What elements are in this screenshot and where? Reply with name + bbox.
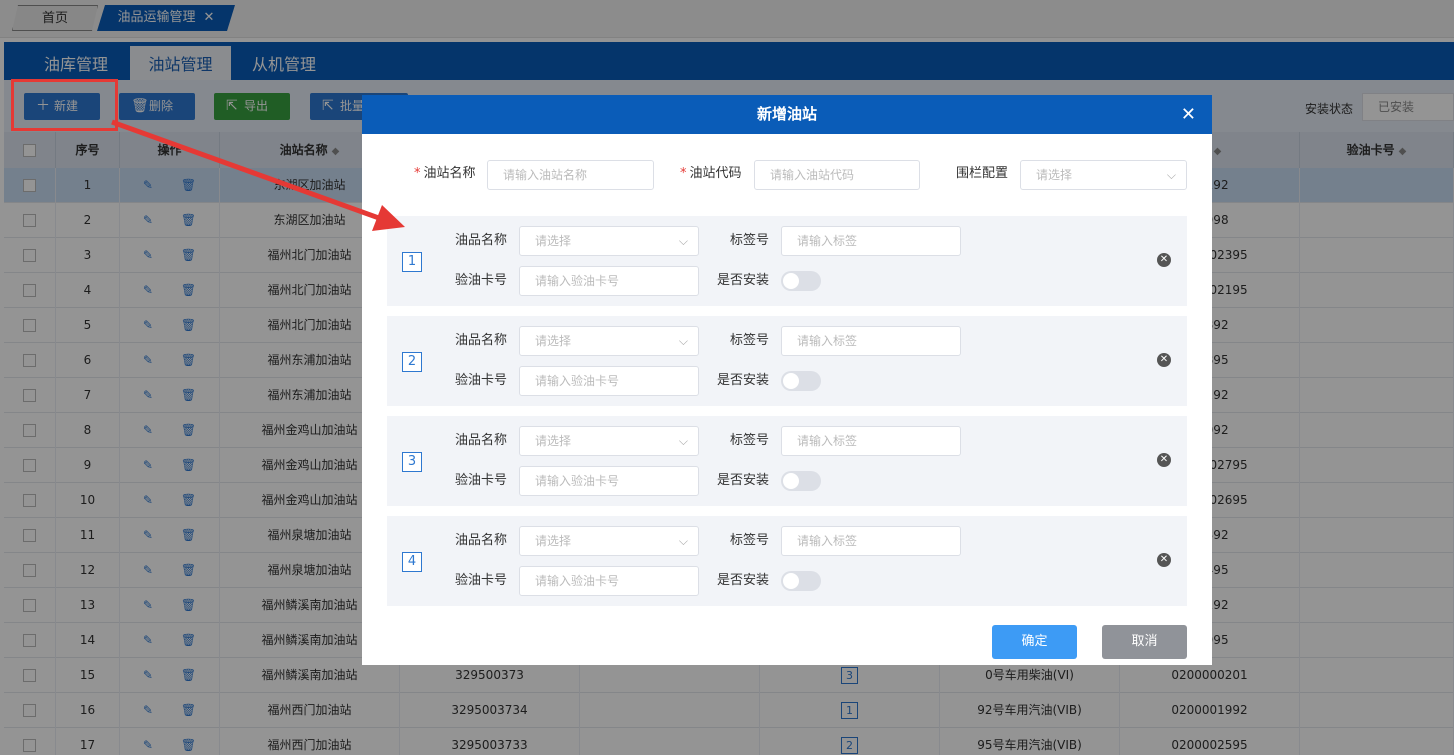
group-number: 4 xyxy=(402,552,422,572)
station-code-input[interactable]: 请输入油站代码 xyxy=(754,160,920,190)
oil-name-placeholder: 请选择 xyxy=(535,234,572,248)
remove-group-icon[interactable]: ✕ xyxy=(1157,353,1171,367)
new-button-highlight xyxy=(11,79,118,131)
check-card-input[interactable]: 请输入验油卡号 xyxy=(519,466,699,496)
station-name-input[interactable]: 请输入油站名称 xyxy=(487,160,654,190)
station-code-label-text: 油站代码 xyxy=(689,166,742,181)
tag-label: 标签号 xyxy=(730,533,770,548)
check-card-label: 验油卡号 xyxy=(455,573,508,588)
tag-input[interactable]: 请输入标签 xyxy=(781,426,961,456)
add-station-dialog: 新增油站 ✕ * 油站名称 请输入油站名称 * 油站代码 请输入油站代码 围栏配置 … xyxy=(362,95,1212,665)
switch-knob xyxy=(783,573,799,589)
fence-config-label: 围栏配置 xyxy=(956,166,1009,181)
oil-name-label: 油品名称 xyxy=(455,533,508,548)
installed-label: 是否安装 xyxy=(717,573,770,588)
tag-input[interactable]: 请输入标签 xyxy=(781,226,961,256)
chevron-down-icon: ⌵ xyxy=(678,334,688,348)
check-card-label: 验油卡号 xyxy=(455,273,508,288)
chevron-down-icon: ⌵ xyxy=(678,534,688,548)
required-mark: * xyxy=(680,166,687,181)
station-name-label: * 油站名称 xyxy=(414,159,476,189)
oil-name-label: 油品名称 xyxy=(455,233,508,248)
oil-name-select[interactable]: 请选择 ⌵ xyxy=(519,326,699,356)
dialog-footer: 确定 取消 xyxy=(362,615,1212,665)
tag-label: 标签号 xyxy=(730,433,770,448)
tag-input[interactable]: 请输入标签 xyxy=(781,326,961,356)
remove-group-icon[interactable]: ✕ xyxy=(1157,453,1171,467)
required-mark: * xyxy=(414,166,421,181)
check-card-input[interactable]: 请输入验油卡号 xyxy=(519,366,699,396)
installed-label: 是否安装 xyxy=(717,473,770,488)
tag-label: 标签号 xyxy=(730,233,770,248)
switch-knob xyxy=(783,373,799,389)
installed-switch[interactable] xyxy=(781,271,821,291)
installed-switch[interactable] xyxy=(781,471,821,491)
chevron-down-icon: ⌵ xyxy=(1166,168,1176,182)
check-card-input[interactable]: 请输入验油卡号 xyxy=(519,266,699,296)
switch-knob xyxy=(783,473,799,489)
tag-input[interactable]: 请输入标签 xyxy=(781,526,961,556)
oil-name-label: 油品名称 xyxy=(455,333,508,348)
cancel-button[interactable]: 取消 xyxy=(1102,625,1187,659)
oil-name-placeholder: 请选择 xyxy=(535,434,572,448)
installed-switch[interactable] xyxy=(781,371,821,391)
installed-label: 是否安装 xyxy=(717,273,770,288)
check-card-label: 验油卡号 xyxy=(455,373,508,388)
oil-name-select[interactable]: 请选择 ⌵ xyxy=(519,426,699,456)
group-number: 2 xyxy=(402,352,422,372)
remove-group-icon[interactable]: ✕ xyxy=(1157,253,1171,267)
station-code-label: * 油站代码 xyxy=(680,159,742,189)
oil-group: 4 油品名称 请选择 ⌵ 标签号 请输入标签验油卡号 请输入验油卡号 是否安装 ✕ xyxy=(387,516,1187,606)
oil-name-select[interactable]: 请选择 ⌵ xyxy=(519,226,699,256)
chevron-down-icon: ⌵ xyxy=(678,234,688,248)
oil-name-placeholder: 请选择 xyxy=(535,534,572,548)
group-number: 1 xyxy=(402,252,422,272)
close-icon[interactable]: ✕ xyxy=(1181,95,1196,134)
fence-config-select[interactable]: 请选择 ⌵ xyxy=(1020,160,1187,190)
installed-switch[interactable] xyxy=(781,571,821,591)
installed-label: 是否安装 xyxy=(717,373,770,388)
fence-config-placeholder: 请选择 xyxy=(1036,168,1073,182)
oil-group: 2 油品名称 请选择 ⌵ 标签号 请输入标签验油卡号 请输入验油卡号 是否安装 ✕ xyxy=(387,316,1187,406)
oil-name-label: 油品名称 xyxy=(455,433,508,448)
dialog-header: 新增油站 ✕ xyxy=(362,95,1212,134)
check-card-label: 验油卡号 xyxy=(455,473,508,488)
confirm-button[interactable]: 确定 xyxy=(992,625,1077,659)
dialog-title: 新增油站 xyxy=(756,105,817,123)
remove-group-icon[interactable]: ✕ xyxy=(1157,553,1171,567)
station-name-label-text: 油站名称 xyxy=(423,166,476,181)
chevron-down-icon: ⌵ xyxy=(678,434,688,448)
oil-group: 1 油品名称 请选择 ⌵ 标签号 请输入标签验油卡号 请输入验油卡号 是否安装 ✕ xyxy=(387,216,1187,306)
oil-name-select[interactable]: 请选择 ⌵ xyxy=(519,526,699,556)
switch-knob xyxy=(783,273,799,289)
oil-group: 3 油品名称 请选择 ⌵ 标签号 请输入标签验油卡号 请输入验油卡号 是否安装 ✕ xyxy=(387,416,1187,506)
tag-label: 标签号 xyxy=(730,333,770,348)
oil-name-placeholder: 请选择 xyxy=(535,334,572,348)
check-card-input[interactable]: 请输入验油卡号 xyxy=(519,566,699,596)
group-number: 3 xyxy=(402,452,422,472)
